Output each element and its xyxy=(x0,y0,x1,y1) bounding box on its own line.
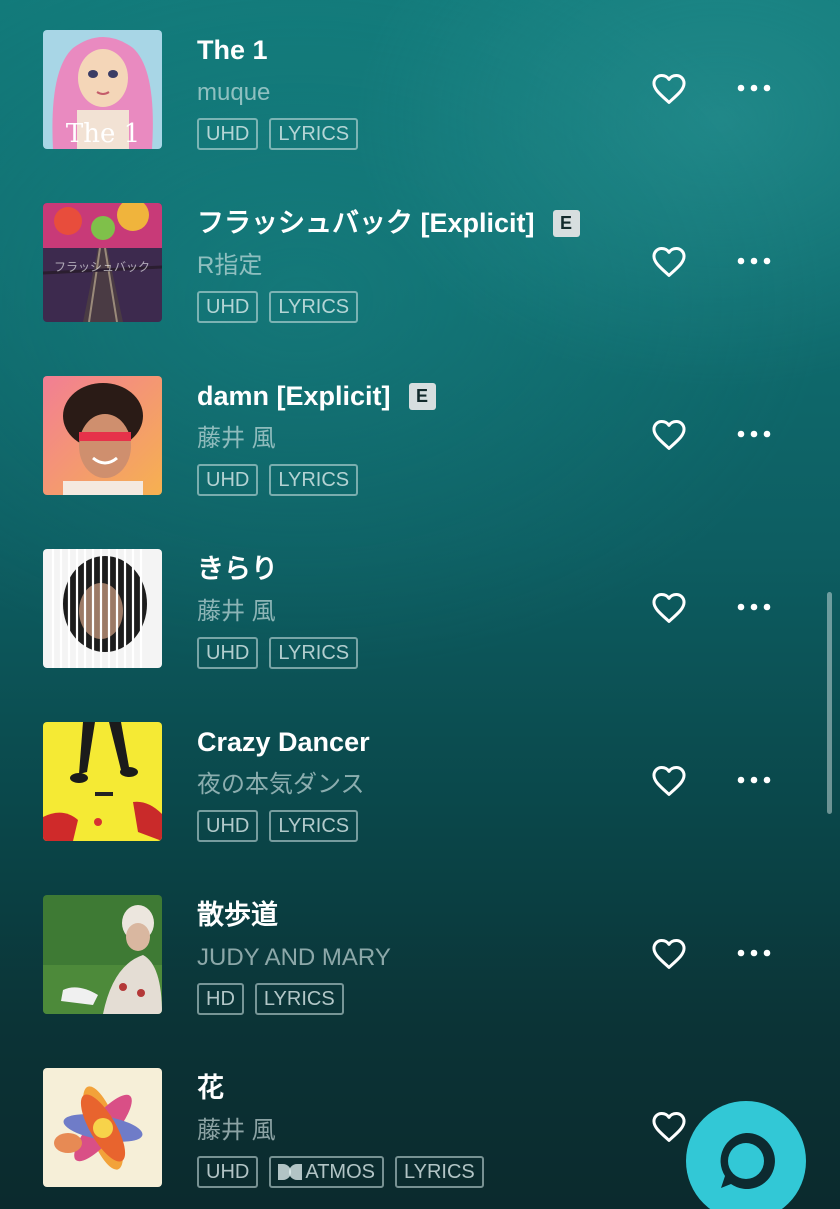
track-row[interactable]: きらり 藤井 風 UHD LYRICS xyxy=(0,519,840,692)
track-title-text: damn [Explicit] xyxy=(197,381,391,411)
lyrics-badge: LYRICS xyxy=(269,118,359,150)
heart-outline-icon[interactable] xyxy=(650,70,688,108)
track-title: damn [Explicit] E xyxy=(197,379,436,413)
uhd-badge: UHD xyxy=(197,291,259,323)
album-art xyxy=(43,895,162,1014)
quality-badges: UHD LYRICS xyxy=(197,637,369,669)
quality-badges: UHD LYRICS xyxy=(197,810,369,842)
album-art: The 1 xyxy=(43,30,162,149)
quality-badges: UHD LYRICS xyxy=(197,464,369,496)
scrollbar[interactable] xyxy=(827,592,832,814)
track-title: 散歩道 xyxy=(197,898,278,932)
track-row[interactable]: damn [Explicit] E 藤井 風 UHD LYRICS xyxy=(0,346,840,519)
explicit-badge: E xyxy=(552,209,580,237)
track-title-text: The 1 xyxy=(197,35,268,65)
track-title: きらり xyxy=(197,552,278,586)
track-title-text: Crazy Dancer xyxy=(197,727,370,757)
track-artist[interactable]: 藤井 風 xyxy=(197,1116,276,1146)
heart-outline-icon[interactable] xyxy=(650,935,688,973)
quality-badges: UHD LYRICS xyxy=(197,118,369,150)
heart-outline-icon[interactable] xyxy=(650,589,688,627)
heart-outline-icon[interactable] xyxy=(650,1108,688,1146)
album-art xyxy=(43,1068,162,1187)
track-artist[interactable]: 藤井 風 xyxy=(197,597,276,627)
uhd-badge: UHD xyxy=(197,637,259,669)
track-artist[interactable]: JUDY AND MARY xyxy=(197,943,391,973)
track-title-text: 花 xyxy=(197,1073,224,1103)
lyrics-badge: LYRICS xyxy=(269,810,359,842)
track-artist[interactable]: 夜の本気ダンス xyxy=(197,770,365,800)
more-horizontal-icon[interactable] xyxy=(734,78,774,98)
album-art-text: フラッシュバック xyxy=(54,260,150,274)
quality-badges: UHD LYRICS xyxy=(197,291,369,323)
track-title-text: きらり xyxy=(197,554,278,584)
atmos-badge: ATMOS xyxy=(269,1156,384,1188)
track-title: The 1 xyxy=(197,33,268,67)
more-horizontal-icon[interactable] xyxy=(734,943,774,963)
album-art: フラッシュバック xyxy=(43,203,162,322)
quality-badges: UHD ATMOS LYRICS xyxy=(197,1156,495,1188)
lyrics-badge: LYRICS xyxy=(269,291,359,323)
track-title: 花 xyxy=(197,1071,224,1105)
track-row[interactable]: 散歩道 JUDY AND MARY HD LYRICS xyxy=(0,865,840,1038)
lyrics-badge: LYRICS xyxy=(394,1156,484,1188)
track-title: フラッシュバック [Explicit] E xyxy=(197,206,580,240)
heart-outline-icon[interactable] xyxy=(650,416,688,454)
heart-outline-icon[interactable] xyxy=(650,762,688,800)
track-artist[interactable]: R指定 xyxy=(197,251,262,281)
album-art-text: The 1 xyxy=(66,119,140,149)
album-art xyxy=(43,376,162,495)
uhd-badge: UHD xyxy=(197,464,259,496)
hd-badge: HD xyxy=(197,983,244,1015)
uhd-badge: UHD xyxy=(197,810,259,842)
lyrics-badge: LYRICS xyxy=(269,464,359,496)
heart-outline-icon[interactable] xyxy=(650,243,688,281)
dolby-icon xyxy=(278,1164,303,1180)
more-horizontal-icon[interactable] xyxy=(734,424,774,444)
alexa-button[interactable] xyxy=(686,1101,806,1209)
uhd-badge: UHD xyxy=(197,118,259,150)
track-row[interactable]: Crazy Dancer 夜の本気ダンス UHD LYRICS xyxy=(0,692,840,865)
more-horizontal-icon[interactable] xyxy=(734,251,774,271)
quality-badges: HD LYRICS xyxy=(197,983,355,1015)
track-artist[interactable]: 藤井 風 xyxy=(197,424,276,454)
track-title: Crazy Dancer xyxy=(197,725,370,759)
track-title-text: フラッシュバック [Explicit] xyxy=(197,208,535,238)
uhd-badge: UHD xyxy=(197,1156,259,1188)
track-title-text: 散歩道 xyxy=(197,900,278,930)
explicit-badge: E xyxy=(408,382,436,410)
alexa-icon xyxy=(720,1132,775,1189)
lyrics-badge: LYRICS xyxy=(254,983,344,1015)
album-art xyxy=(43,549,162,668)
album-art xyxy=(43,722,162,841)
more-horizontal-icon[interactable] xyxy=(734,597,774,617)
track-row[interactable]: フラッシュバック フラッシュバック [Explicit] E R指定 UHD L… xyxy=(0,173,840,346)
more-horizontal-icon[interactable] xyxy=(734,770,774,790)
track-artist[interactable]: muque xyxy=(197,78,270,108)
track-row[interactable]: The 1 The 1 muque UHD LYRICS xyxy=(0,0,840,173)
atmos-label: ATMOS xyxy=(305,1161,375,1183)
lyrics-badge: LYRICS xyxy=(269,637,359,669)
